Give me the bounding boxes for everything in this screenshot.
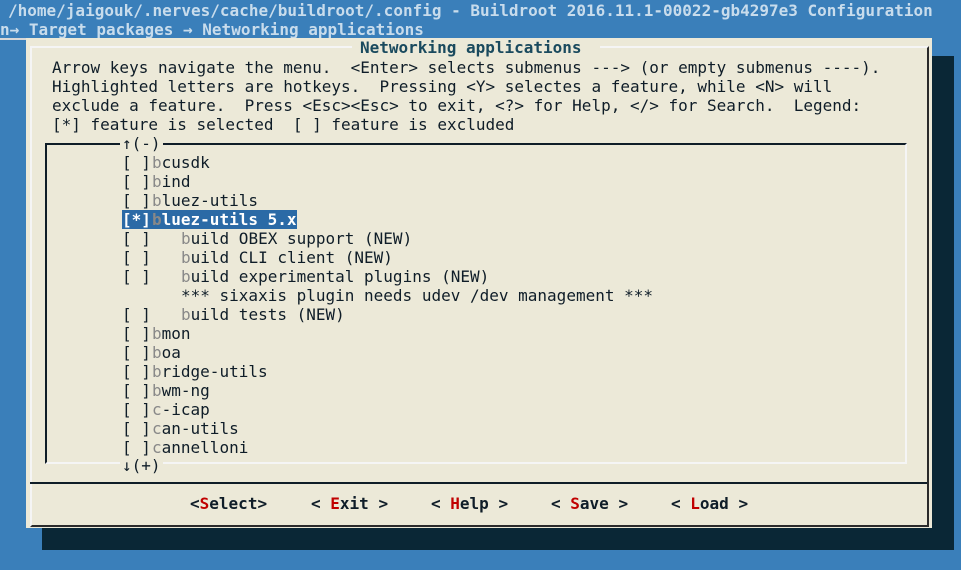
menu-item-text: *** sixaxis plugin needs udev /dev manag… (181, 286, 654, 305)
checkbox[interactable]: [ ] (122, 343, 152, 362)
menu-item-label: *** sixaxis plugin needs udev /dev manag… (181, 286, 653, 305)
menu-item-selected[interactable]: [*]bluez-utils 5.x (122, 210, 297, 229)
hotkey-letter: b (152, 153, 162, 172)
menu-item[interactable]: [ ]bridge-utils (122, 362, 268, 381)
hotkey-letter: b (152, 343, 162, 362)
hotkey-letter: c (152, 419, 162, 438)
menu-item[interactable]: [ ] build tests (NEW) (122, 305, 345, 324)
menu-item-text: uild tests (NEW) (190, 305, 345, 324)
menu-item[interactable]: [ ]bluez-utils (122, 191, 258, 210)
button-separator (30, 482, 927, 484)
checkbox[interactable]: [ ] (122, 267, 152, 286)
menu-item[interactable]: [ ] build experimental plugins (NEW) (122, 267, 489, 286)
menu-item-text: uild experimental plugins (NEW) (190, 267, 490, 286)
checkbox[interactable]: [ ] (122, 400, 152, 419)
hotkey-letter: b (152, 210, 162, 229)
menu-item[interactable]: [ ]bmon (122, 324, 191, 343)
menu-item-text: cusdk (161, 153, 210, 172)
menu-item-text: uild OBEX support (NEW) (190, 229, 413, 248)
hotkey-letter: b (181, 305, 191, 324)
menu-item-text: oa (161, 343, 181, 362)
menu-item[interactable]: [ ] build OBEX support (NEW) (122, 229, 412, 248)
menu-item-label: bcusdk (152, 153, 210, 172)
menu-item-label: bluez-utils (152, 191, 258, 210)
checkbox[interactable]: [ ] (122, 381, 152, 400)
menu-item-text: an-utils (161, 419, 239, 438)
help-text-line: [*] feature is selected [ ] feature is e… (52, 115, 515, 134)
menu-item[interactable]: *** sixaxis plugin needs udev /dev manag… (122, 286, 653, 305)
checkbox[interactable]: [ ] (122, 305, 152, 324)
checkbox[interactable]: [ ] (122, 324, 152, 343)
menu-item-label: build OBEX support (NEW) (181, 229, 412, 248)
menu-item-text: annelloni (161, 438, 249, 457)
exit-button[interactable]: < Exit > (311, 494, 388, 513)
menu-item-label: cannelloni (152, 438, 248, 457)
help-text-line: Arrow keys navigate the menu. <Enter> se… (52, 58, 881, 77)
menu-item[interactable]: [ ]cannelloni (122, 438, 248, 457)
menu-item-label: boa (152, 343, 181, 362)
hotkey-letter: b (181, 248, 191, 267)
checkbox[interactable]: [ ] (122, 248, 152, 267)
load-button[interactable]: < Load > (671, 494, 748, 513)
menu-item-text: uild CLI client (NEW) (190, 248, 393, 267)
menu-item-label: build tests (NEW) (181, 305, 345, 324)
save-button[interactable]: < Save > (551, 494, 628, 513)
menu-item-label: bwm-ng (152, 381, 210, 400)
menu-item-text: mon (161, 324, 191, 343)
menu-item-text: luez-utils 5.x (161, 210, 297, 229)
menu-item[interactable]: [ ]bind (122, 172, 191, 191)
hotkey-letter: b (152, 381, 162, 400)
menu-item-text: ridge-utils (161, 362, 268, 381)
menu-item-text: wm-ng (161, 381, 210, 400)
menu-item-label: build experimental plugins (NEW) (181, 267, 489, 286)
hotkey-letter: b (152, 324, 162, 343)
checkbox[interactable]: [*] (122, 210, 152, 229)
select-button[interactable]: <Select> (190, 494, 267, 513)
hotkey-letter: c (152, 400, 162, 419)
hotkey-letter: b (152, 362, 162, 381)
help-text-line: Highlighted letters are hotkeys. Pressin… (52, 77, 833, 96)
window-title: /home/jaigouk/.nerves/cache/buildroot/.c… (8, 1, 933, 20)
menu-item-text: luez-utils (161, 191, 258, 210)
checkbox[interactable]: [ ] (122, 419, 152, 438)
breadcrumb: n→ Target packages → Networking applicat… (0, 20, 424, 39)
checkbox[interactable]: [ ] (122, 229, 152, 248)
menu-item-label: build CLI client (NEW) (181, 248, 393, 267)
checkbox[interactable]: [ ] (122, 172, 152, 191)
hotkey-letter: c (152, 438, 162, 457)
help-button[interactable]: < Help > (431, 494, 508, 513)
menu-item-label: can-utils (152, 419, 239, 438)
checkbox[interactable]: [ ] (122, 153, 152, 172)
dialog-title: Networking applications (360, 38, 582, 57)
hotkey-letter: b (152, 172, 162, 191)
checkbox[interactable]: [ ] (122, 438, 152, 457)
menu-item-label: bridge-utils (152, 362, 268, 381)
menu-item[interactable]: [ ]bcusdk (122, 153, 210, 172)
menu-item-text: -icap (161, 400, 210, 419)
scroll-down-indicator[interactable]: ↓(+) (120, 456, 163, 475)
hotkey-letter: b (181, 229, 191, 248)
checkbox[interactable]: [ ] (122, 362, 152, 381)
scroll-up-indicator[interactable]: ↑(-) (120, 134, 163, 153)
menu-item-text: ind (161, 172, 191, 191)
menu-item[interactable]: [ ]boa (122, 343, 181, 362)
menu-item[interactable]: [ ]bwm-ng (122, 381, 210, 400)
hotkey-letter: b (152, 191, 162, 210)
menu-item-label: bluez-utils 5.x (152, 210, 297, 229)
checkbox[interactable]: [ ] (122, 191, 152, 210)
menu-item-label: bmon (152, 324, 191, 343)
hotkey-letter: b (181, 267, 191, 286)
menu-item[interactable]: [ ]can-utils (122, 419, 239, 438)
menu-item[interactable]: [ ] build CLI client (NEW) (122, 248, 393, 267)
menu-item[interactable]: [ ]c-icap (122, 400, 210, 419)
menu-item-label: bind (152, 172, 191, 191)
help-text-line: exclude a feature. Press <Esc><Esc> to e… (52, 96, 862, 115)
menu-item-label: c-icap (152, 400, 210, 419)
